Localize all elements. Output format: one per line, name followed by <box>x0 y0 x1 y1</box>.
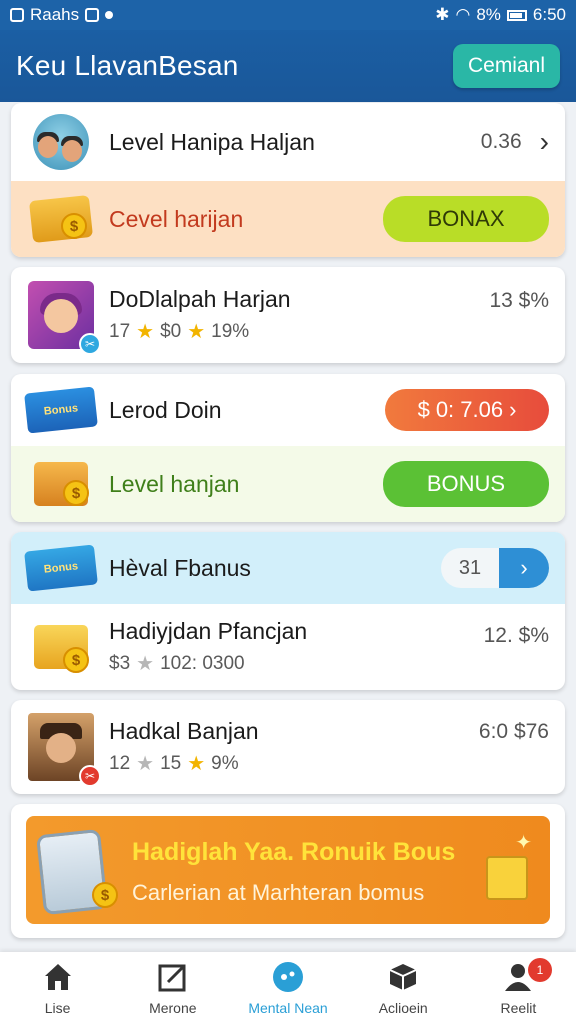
nav-label: Merone <box>149 1000 197 1016</box>
card-game: ✂ DoDlalpah Harjan 17 ★ $0 ★ 19% 13 $% <box>11 267 565 363</box>
blue-tag-icon: Bonus <box>24 374 98 446</box>
card-hero: ✂ Hadkal Banjan 12 ★ 15 ★ 9% 6:0 $76 <box>11 700 565 794</box>
counter-pill[interactable]: 31 › <box>441 548 549 588</box>
card-title: Hadkal Banjan <box>109 718 259 744</box>
notification-badge: 1 <box>528 958 553 982</box>
timer-value: 0: 7.06 <box>435 397 504 422</box>
card-stats: 12 ★ 15 ★ 9% <box>109 751 479 776</box>
wifi-icon: ◠ <box>455 5 471 24</box>
nav-item-profile[interactable]: Reelit 1 <box>461 952 576 1024</box>
app-header: Keu LlavanBesan Cemianl <box>0 30 576 102</box>
card-stats: 17 ★ $0 ★ 19% <box>109 319 489 344</box>
card-value: 0.36 <box>480 130 522 153</box>
stat-percent: 19% <box>211 320 250 342</box>
item-value: 12. $% <box>483 624 549 647</box>
card-title: Hèval Fbanus <box>109 554 251 581</box>
nav-label: Reelit <box>500 1000 537 1016</box>
promo-title: Hadiglah Yaa. Ronuik Bous <box>132 838 456 866</box>
card-value: 6:0 $76 <box>478 720 549 743</box>
bonus-button[interactable]: BONAX <box>383 196 549 242</box>
stat-percent: 9% <box>211 752 239 774</box>
stat-level: 15 <box>160 752 182 774</box>
home-icon <box>44 964 71 990</box>
list-item-bonus-header[interactable]: Bonus Hèval Fbanus 31 › <box>11 532 565 604</box>
star-icon: ★ <box>136 753 155 775</box>
chevron-right-icon[interactable]: › <box>540 126 549 158</box>
status-bar: Raahs ✱ ◠ 8% 6:50 <box>0 0 576 30</box>
ticket-icon: $ <box>25 183 97 255</box>
status-time: 6:50 <box>532 5 566 24</box>
card-title: DoDlalpah Harjan <box>109 286 291 312</box>
hero-character-icon: ✂ <box>25 711 101 787</box>
card-level: Level Hanipa Haljan 0.36 › $ Cevel harij… <box>11 103 565 257</box>
bonus-label: Level hanjan <box>109 470 240 497</box>
star-icon: ★ <box>187 753 206 775</box>
sparkle-icon: ✦ <box>515 832 532 854</box>
status-left-text: Raahs <box>30 5 80 24</box>
card-title: Level Hanipa Haljan <box>109 128 315 155</box>
list-item-bonus[interactable]: $ Hadiyjdan Pfancjan $3 ★ 102: 0300 12. … <box>11 604 565 690</box>
item-title: Hadiyjdan Pfancjan <box>109 618 308 644</box>
dot-icon <box>105 11 114 19</box>
bonus-button[interactable]: BONUS <box>383 461 549 507</box>
status-right: ✱ ◠ 8% 6:50 <box>435 5 566 25</box>
card-value: 13 $% <box>489 289 549 312</box>
list-item-hero[interactable]: ✂ Hadkal Banjan 12 ★ 15 ★ 9% 6:0 $76 <box>11 700 565 794</box>
app-notification-icon <box>10 8 24 22</box>
chat-icon <box>273 962 303 992</box>
chevron-right-icon: › <box>509 397 517 422</box>
players-avatar-icon <box>25 106 97 178</box>
chevron-right-icon: › <box>499 548 549 588</box>
list-item-level[interactable]: Level Hanipa Haljan 0.36 › <box>11 103 565 181</box>
gallery-notification-icon <box>85 8 100 22</box>
box-icon <box>389 964 417 990</box>
status-left: Raahs <box>10 5 114 25</box>
battery-percent: 8% <box>476 5 501 24</box>
nav-item-package[interactable]: Aclioein <box>346 952 461 1024</box>
page-title: Keu LlavanBesan <box>16 50 239 81</box>
timer-button[interactable]: $ 0: 7.06 › <box>385 389 549 431</box>
star-icon: ★ <box>136 321 155 343</box>
promo-subtitle: Carlerian at Marhteran bomus <box>132 880 425 905</box>
header-action-button[interactable]: Cemianl <box>452 44 560 88</box>
coin-icon: $ <box>92 882 118 908</box>
card-title: Lerod Doin <box>109 396 222 423</box>
bonus-label: Cevel harijan <box>109 205 244 232</box>
stat-code: 102: 0300 <box>160 652 245 674</box>
stat-money: $0 <box>160 320 182 342</box>
bonus-tag-icon: Bonus <box>24 532 98 604</box>
edit-icon <box>158 964 186 992</box>
nav-label: Lise <box>44 1000 71 1016</box>
stat-money: $3 <box>109 652 131 674</box>
coin-icon: $ <box>417 397 430 422</box>
nav-item-center[interactable]: Mental Nean <box>230 952 345 1024</box>
item-stats: $3 ★ 102: 0300 <box>109 651 484 676</box>
promo-banner[interactable]: $ Hadiglah Yaa. Ronuik Bous Carlerian at… <box>26 816 550 924</box>
battery-icon <box>506 9 527 21</box>
bonus-row-1: $ Cevel harijan BONAX <box>11 181 565 257</box>
card-timer: Bonus Lerod Doin $ 0: 7.06 › $ Level han… <box>11 374 565 522</box>
gift-coin-icon: $ <box>25 611 97 683</box>
star-icon: ★ <box>187 321 206 343</box>
nav-item-edit[interactable]: Merone <box>115 952 230 1024</box>
bottom-nav: Lise Merone Mental Nean Aclioein Reelit … <box>0 952 576 1024</box>
card-bonus: Bonus Hèval Fbanus 31 › $ Hadiyjdan Pfan… <box>11 532 565 690</box>
list-item-game[interactable]: ✂ DoDlalpah Harjan 17 ★ $0 ★ 19% 13 $% <box>11 267 565 363</box>
nav-label: Mental Nean <box>248 1000 328 1016</box>
nav-item-home[interactable]: Lise <box>0 952 115 1024</box>
game-character-icon: ✂ <box>25 279 101 355</box>
stat-count: 12 <box>109 752 131 774</box>
stat-count: 17 <box>109 320 131 342</box>
star-icon: ★ <box>136 653 155 675</box>
bluetooth-icon: ✱ <box>435 5 450 24</box>
list-item-timer[interactable]: Bonus Lerod Doin $ 0: 7.06 › <box>11 374 565 446</box>
bonus-row-2: $ Level hanjan BONUS <box>11 446 565 522</box>
treasure-box-icon: $ <box>25 448 97 520</box>
nav-label: Aclioein <box>378 1000 428 1016</box>
gift-box-icon <box>486 856 528 900</box>
counter-value: 31 <box>458 556 482 579</box>
